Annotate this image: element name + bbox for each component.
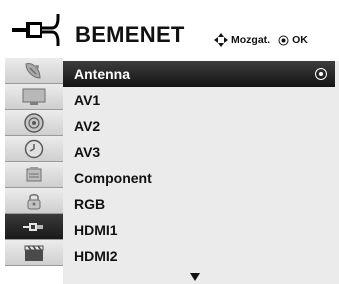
scroll-down-arrow-icon[interactable] <box>190 273 200 281</box>
input-option-hdmi2[interactable]: HDMI2 <box>63 243 335 269</box>
input-option-av1[interactable]: AV1 <box>63 87 335 113</box>
menu-header: BEMENET Mozgat. OK <box>0 0 339 58</box>
navigation-hint: Mozgat. OK <box>214 33 308 47</box>
sidebar-item-media[interactable] <box>5 240 63 266</box>
sidebar-item-lock[interactable] <box>5 188 63 214</box>
sidebar-item-input[interactable] <box>5 214 63 240</box>
input-plug-icon <box>23 222 43 231</box>
input-option-label: AV1 <box>74 92 101 108</box>
sidebar-item-picture[interactable] <box>5 84 63 110</box>
input-option-av2[interactable]: AV2 <box>63 113 335 139</box>
input-option-label: HDMI2 <box>74 248 118 264</box>
clock-icon <box>24 139 44 158</box>
move-arrows-icon <box>214 33 228 47</box>
input-menu-window: BEMENET Mozgat. OK Antenna AV1 AV2 AV3 C… <box>0 0 339 284</box>
category-sidebar <box>5 58 63 284</box>
input-option-label: RGB <box>74 196 106 212</box>
clapper-icon <box>24 245 44 261</box>
sidebar-item-time[interactable] <box>5 136 63 162</box>
input-option-component[interactable]: Component <box>63 165 335 191</box>
ok-hint-label: OK <box>292 34 308 46</box>
ok-button-icon <box>278 35 289 45</box>
sidebar-item-options[interactable] <box>5 162 63 188</box>
sidebar-item-audio[interactable] <box>5 110 63 136</box>
monitor-icon <box>22 88 46 105</box>
input-option-label: Component <box>74 170 152 186</box>
selected-radio-icon <box>315 68 327 80</box>
page-title: BEMENET <box>75 22 185 47</box>
speaker-icon <box>24 112 44 133</box>
input-option-av3[interactable]: AV3 <box>63 139 335 165</box>
input-option-label: HDMI1 <box>74 222 118 238</box>
lock-icon <box>27 193 41 209</box>
input-option-hdmi1[interactable]: HDMI1 <box>63 217 335 243</box>
sidebar-item-channel[interactable] <box>5 58 63 84</box>
input-option-rgb[interactable]: RGB <box>63 191 335 217</box>
input-option-label: Antenna <box>74 66 130 82</box>
input-option-label: AV3 <box>74 144 101 160</box>
move-hint-label: Mozgat. <box>231 34 271 46</box>
options-icon <box>26 166 42 181</box>
input-option-label: AV2 <box>74 118 101 134</box>
input-source-list: Antenna AV1 AV2 AV3 Component RGB HDMI1 … <box>63 61 339 284</box>
input-plug-icon <box>12 14 60 46</box>
input-option-antenna[interactable]: Antenna <box>63 61 335 87</box>
satellite-dish-icon <box>25 62 41 79</box>
